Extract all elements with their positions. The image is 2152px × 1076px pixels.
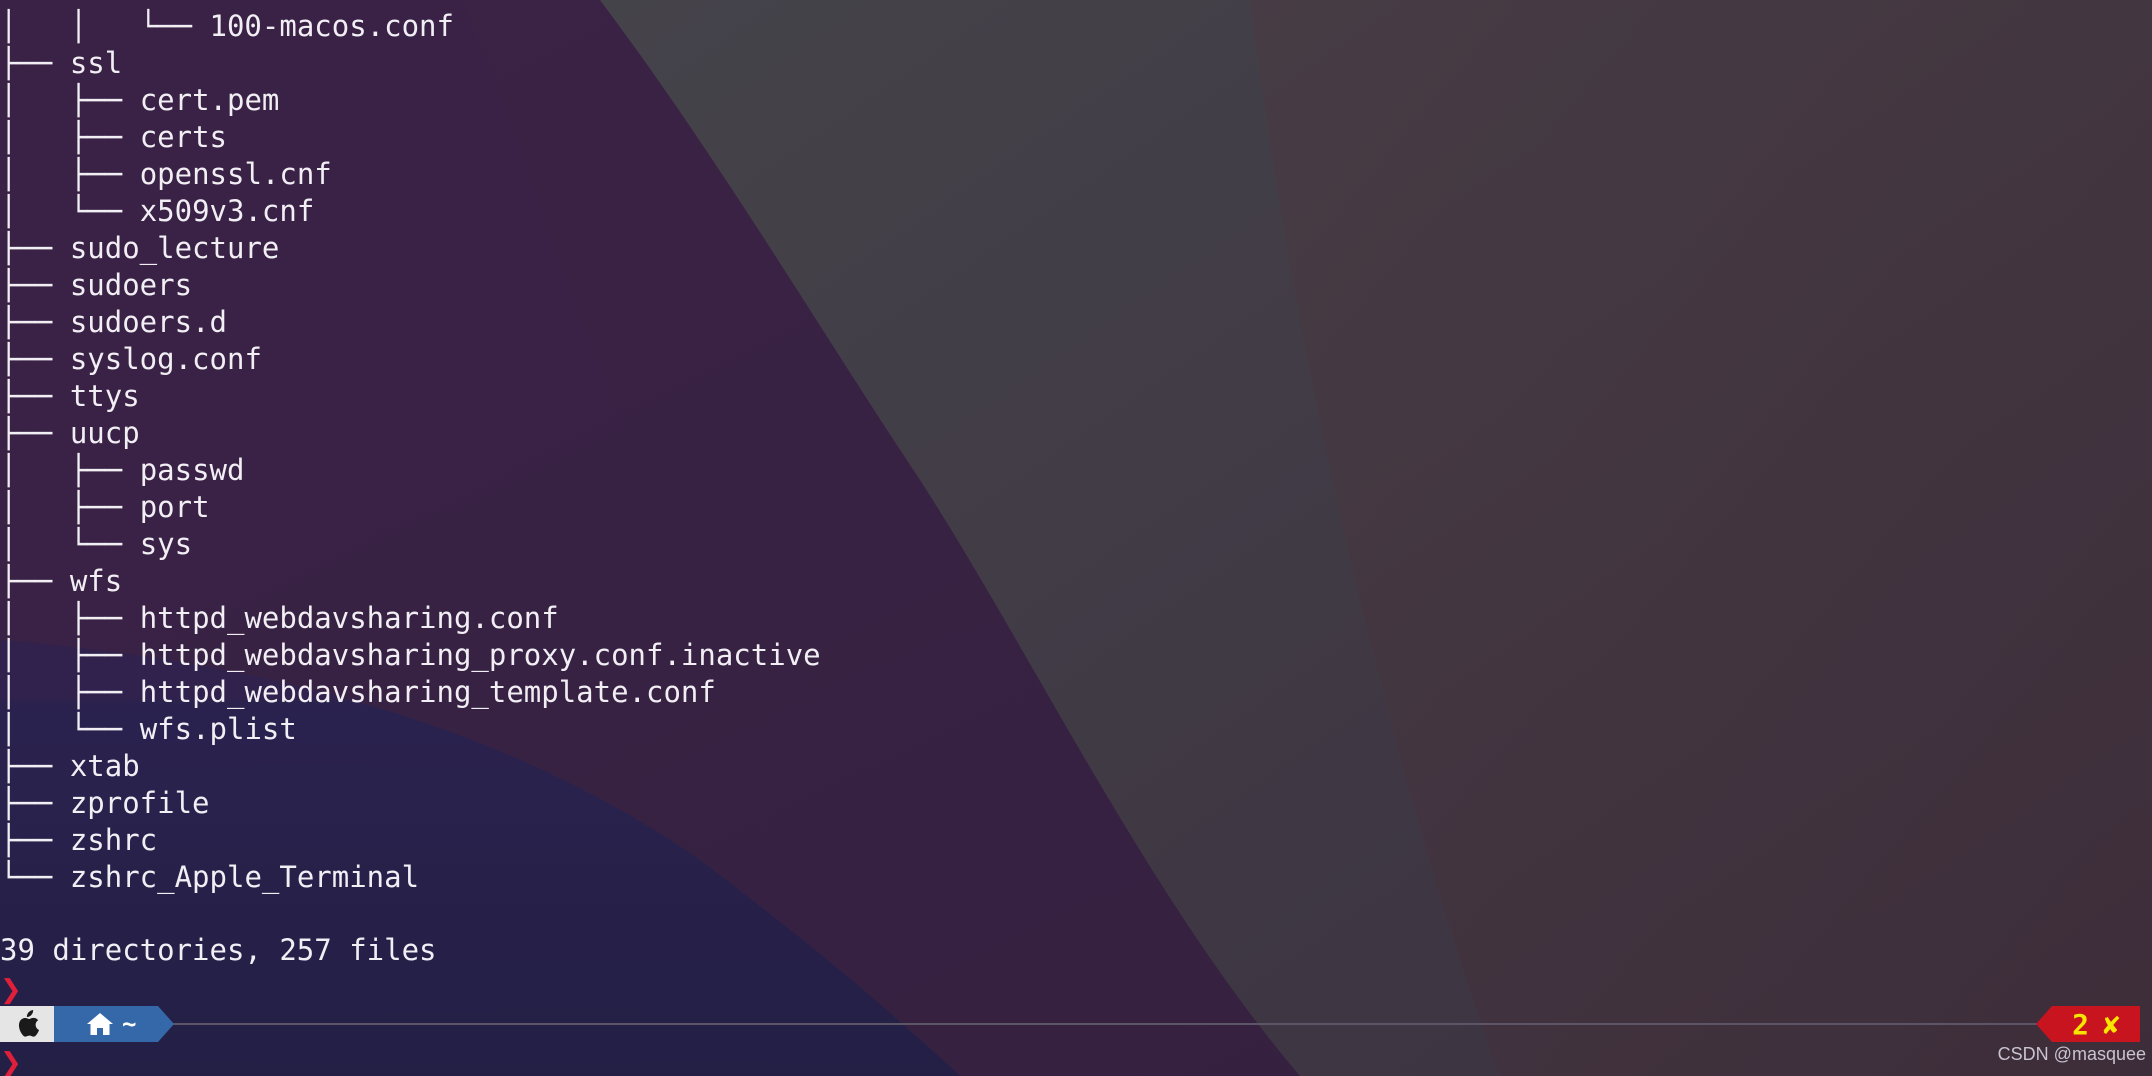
tree-branch: │ ├── xyxy=(0,490,140,524)
tree-entry-name: zshrc_Apple_Terminal xyxy=(69,860,420,894)
tree-line: │ ├── certs xyxy=(0,119,821,156)
tree-branch: ├── xyxy=(0,46,70,80)
tree-line: ├── xtab xyxy=(0,748,821,785)
tree-branch: └── xyxy=(0,860,70,894)
tree-entry-name: wfs xyxy=(69,564,123,598)
tree-entry-name: zshrc xyxy=(69,823,158,857)
os-segment xyxy=(0,1006,54,1042)
tree-entry-name: ttys xyxy=(69,379,140,413)
tree-entry-name: httpd_webdavsharing_template.conf xyxy=(139,675,716,709)
tree-branch: ├── xyxy=(0,823,70,857)
tree-line: ├── sudoers xyxy=(0,267,821,304)
tree-branch: │ ├── xyxy=(0,638,140,672)
tree-entry-name: certs xyxy=(139,120,227,154)
directory-tree: │ │ └── 100-macos.conf ├── ssl │ ├── cert.… xyxy=(0,8,821,896)
tree-line: ├── syslog.conf xyxy=(0,341,821,378)
prompt-divider xyxy=(170,1023,2040,1025)
tree-entry-name: sudoers xyxy=(69,268,193,302)
tree-line: │ └── sys xyxy=(0,526,821,563)
status-segment-arrow xyxy=(2036,1006,2052,1042)
tree-branch: ├── xyxy=(0,268,70,302)
tree-branch: ├── xyxy=(0,749,70,783)
tree-line: │ ├── openssl.cnf xyxy=(0,156,821,193)
tree-entry-name: sys xyxy=(139,527,193,561)
tree-line: ├── ssl xyxy=(0,45,821,82)
tree-entry-name: xtab xyxy=(69,749,140,783)
tree-line: ├── ttys xyxy=(0,378,821,415)
tree-summary: 39 directories, 257 files xyxy=(0,933,437,967)
tree-line: │ ├── httpd_webdavsharing.conf xyxy=(0,600,821,637)
tree-entry-name: uucp xyxy=(69,416,140,450)
tree-entry-name: passwd xyxy=(139,453,245,487)
watermark: CSDN @masquee xyxy=(1997,1044,2146,1064)
prompt-arrow-icon: ❯ xyxy=(0,1048,22,1076)
tree-line: │ ├── httpd_webdavsharing_proxy.conf.ina… xyxy=(0,637,821,674)
tree-entry-name: syslog.conf xyxy=(69,342,262,376)
tree-line: ├── uucp xyxy=(0,415,821,452)
tree-branch: │ ├── xyxy=(0,675,140,709)
apple-icon xyxy=(18,1010,39,1037)
tree-entry-name: openssl.cnf xyxy=(139,157,332,191)
tree-line: │ ├── passwd xyxy=(0,452,821,489)
tree-line: │ ├── httpd_webdavsharing_template.conf xyxy=(0,674,821,711)
tree-branch: │ └── xyxy=(0,712,140,746)
tree-entry-name: sudoers.d xyxy=(69,305,227,339)
tree-line: ├── zshrc xyxy=(0,822,821,859)
tree-line: │ ├── cert.pem xyxy=(0,82,821,119)
tree-branch: ├── xyxy=(0,786,70,820)
path-segment-content: ~ xyxy=(86,1006,136,1042)
tree-entry-name: 100-macos.conf xyxy=(209,9,454,43)
tree-entry-name: cert.pem xyxy=(139,83,280,117)
tree-branch: │ │ └── xyxy=(0,9,210,43)
tree-line: ├── sudo_lecture xyxy=(0,230,821,267)
tree-branch: ├── xyxy=(0,564,70,598)
tree-branch: │ ├── xyxy=(0,453,140,487)
tree-branch: │ ├── xyxy=(0,601,140,635)
tree-branch: ├── xyxy=(0,305,70,339)
tree-line: └── zshrc_Apple_Terminal xyxy=(0,859,821,896)
tree-branch: │ └── xyxy=(0,194,140,228)
tree-branch: │ ├── xyxy=(0,83,140,117)
tree-line: ├── wfs xyxy=(0,563,821,600)
home-icon xyxy=(87,1013,113,1035)
current-path: ~ xyxy=(122,1010,137,1038)
tree-line: │ └── wfs.plist xyxy=(0,711,821,748)
tree-entry-name: x509v3.cnf xyxy=(139,194,315,228)
tree-branch: │ ├── xyxy=(0,157,140,191)
prompt-status-bar: ~ 2 ✘ xyxy=(0,1006,2152,1042)
tree-entry-name: wfs.plist xyxy=(139,712,297,746)
tree-entry-name: httpd_webdavsharing.conf xyxy=(139,601,559,635)
tree-line: │ │ └── 100-macos.conf xyxy=(0,8,821,45)
tree-line: ├── sudoers.d xyxy=(0,304,821,341)
tree-branch: ├── xyxy=(0,231,70,265)
tree-entry-name: port xyxy=(139,490,210,524)
tree-branch: ├── xyxy=(0,342,70,376)
tree-branch: ├── xyxy=(0,416,70,450)
cross-icon: ✘ xyxy=(2103,1007,2120,1041)
exit-status-segment: 2 ✘ xyxy=(2052,1006,2140,1042)
tree-line: │ └── x509v3.cnf xyxy=(0,193,821,230)
tree-line: │ ├── port xyxy=(0,489,821,526)
exit-code: 2 xyxy=(2072,1007,2089,1041)
tree-entry-name: ssl xyxy=(69,46,123,80)
tree-branch: │ └── xyxy=(0,527,140,561)
terminal-window[interactable]: │ │ └── 100-macos.conf ├── ssl │ ├── cert.… xyxy=(0,0,2152,1076)
tree-line: ├── zprofile xyxy=(0,785,821,822)
path-segment-arrow xyxy=(158,1006,174,1042)
tree-entry-name: httpd_webdavsharing_proxy.conf.inactive xyxy=(139,638,821,672)
tree-branch: ├── xyxy=(0,379,70,413)
tree-entry-name: sudo_lecture xyxy=(69,231,280,265)
tree-entry-name: zprofile xyxy=(69,786,210,820)
prompt-arrow-icon: ❯ xyxy=(0,975,22,1005)
tree-branch: │ ├── xyxy=(0,120,140,154)
